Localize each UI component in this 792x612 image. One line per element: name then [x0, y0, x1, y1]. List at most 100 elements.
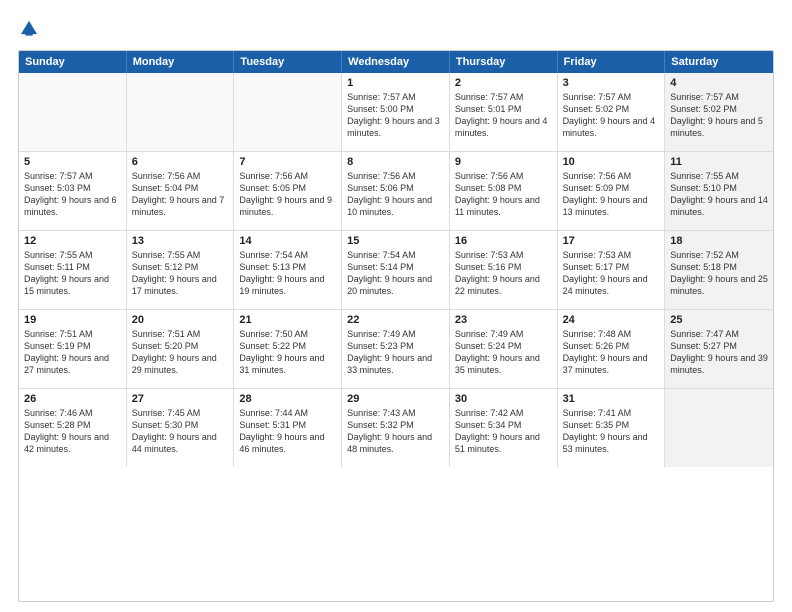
calendar-header: SundayMondayTuesdayWednesdayThursdayFrid…	[19, 51, 773, 73]
cell-text-line: Sunrise: 7:56 AM	[239, 170, 336, 182]
cell-text-line: Sunrise: 7:49 AM	[455, 328, 552, 340]
calendar-cell: 7Sunrise: 7:56 AMSunset: 5:05 PMDaylight…	[234, 152, 342, 230]
cell-text-line: Sunset: 5:31 PM	[239, 419, 336, 431]
calendar-cell: 27Sunrise: 7:45 AMSunset: 5:30 PMDayligh…	[127, 389, 235, 467]
day-number: 8	[347, 156, 444, 168]
header	[18, 18, 774, 40]
day-number: 28	[239, 393, 336, 405]
cell-text-line: Daylight: 9 hours and 22 minutes.	[455, 273, 552, 297]
cell-text-line: Sunset: 5:22 PM	[239, 340, 336, 352]
weekday-header: Thursday	[450, 51, 558, 73]
calendar-cell: 5Sunrise: 7:57 AMSunset: 5:03 PMDaylight…	[19, 152, 127, 230]
calendar-row: 1Sunrise: 7:57 AMSunset: 5:00 PMDaylight…	[19, 73, 773, 152]
cell-text-line: Daylight: 9 hours and 11 minutes.	[455, 194, 552, 218]
cell-text-line: Daylight: 9 hours and 37 minutes.	[563, 352, 660, 376]
cell-text-line: Sunset: 5:20 PM	[132, 340, 229, 352]
cell-text-line: Daylight: 9 hours and 46 minutes.	[239, 431, 336, 455]
cell-text-line: Sunset: 5:00 PM	[347, 103, 444, 115]
cell-text-line: Sunset: 5:01 PM	[455, 103, 552, 115]
cell-text-line: Sunset: 5:23 PM	[347, 340, 444, 352]
calendar-cell: 4Sunrise: 7:57 AMSunset: 5:02 PMDaylight…	[665, 73, 773, 151]
cell-text-line: Daylight: 9 hours and 31 minutes.	[239, 352, 336, 376]
calendar: SundayMondayTuesdayWednesdayThursdayFrid…	[18, 50, 774, 602]
cell-text-line: Daylight: 9 hours and 15 minutes.	[24, 273, 121, 297]
day-number: 17	[563, 235, 660, 247]
cell-text-line: Sunset: 5:04 PM	[132, 182, 229, 194]
day-number: 6	[132, 156, 229, 168]
cell-text-line: Sunrise: 7:52 AM	[670, 249, 768, 261]
calendar-row: 12Sunrise: 7:55 AMSunset: 5:11 PMDayligh…	[19, 231, 773, 310]
cell-text-line: Sunset: 5:30 PM	[132, 419, 229, 431]
cell-text-line: Daylight: 9 hours and 7 minutes.	[132, 194, 229, 218]
cell-text-line: Sunset: 5:24 PM	[455, 340, 552, 352]
day-number: 22	[347, 314, 444, 326]
calendar-cell: 10Sunrise: 7:56 AMSunset: 5:09 PMDayligh…	[558, 152, 666, 230]
cell-text-line: Sunrise: 7:57 AM	[670, 91, 768, 103]
calendar-cell: 14Sunrise: 7:54 AMSunset: 5:13 PMDayligh…	[234, 231, 342, 309]
cell-text-line: Daylight: 9 hours and 25 minutes.	[670, 273, 768, 297]
cell-text-line: Sunrise: 7:43 AM	[347, 407, 444, 419]
calendar-cell: 13 Sunrise: 7:55 AMSunset: 5:12 PMDayligh…	[127, 231, 235, 309]
calendar-cell: 30Sunrise: 7:42 AMSunset: 5:34 PMDayligh…	[450, 389, 558, 467]
cell-text-line: Daylight: 9 hours and 5 minutes.	[670, 115, 768, 139]
cell-text-line: Sunset: 5:12 PM	[132, 261, 229, 273]
calendar-cell: 28 Sunrise: 7:44 AMSunset: 5:31 PMDayligh…	[234, 389, 342, 467]
cell-text-line: Sunset: 5:09 PM	[563, 182, 660, 194]
calendar-cell: 29Sunrise: 7:43 AMSunset: 5:32 PMDayligh…	[342, 389, 450, 467]
weekday-header: Wednesday	[342, 51, 450, 73]
cell-text-line: Sunset: 5:06 PM	[347, 182, 444, 194]
day-number: 23	[455, 314, 552, 326]
calendar-row: 19Sunrise: 7:51 AMSunset: 5:19 PMDayligh…	[19, 310, 773, 389]
weekday-header: Tuesday	[234, 51, 342, 73]
cell-text-line: Sunset: 5:02 PM	[670, 103, 768, 115]
cell-text-line: Sunrise: 7:41 AM	[563, 407, 660, 419]
calendar-cell: 1Sunrise: 7:57 AMSunset: 5:00 PMDaylight…	[342, 73, 450, 151]
cell-text-line: Daylight: 9 hours and 17 minutes.	[132, 273, 229, 297]
day-number: 16	[455, 235, 552, 247]
cell-text-line: Sunrise: 7:53 AM	[563, 249, 660, 261]
cell-text-line: Sunset: 5:13 PM	[239, 261, 336, 273]
cell-text-line: Sunrise: 7:56 AM	[132, 170, 229, 182]
cell-text-line: Sunrise: 7:55 AM	[670, 170, 768, 182]
calendar-row: 5Sunrise: 7:57 AMSunset: 5:03 PMDaylight…	[19, 152, 773, 231]
weekday-header: Monday	[127, 51, 235, 73]
calendar-cell: 2Sunrise: 7:57 AMSunset: 5:01 PMDaylight…	[450, 73, 558, 151]
cell-text-line: Sunrise: 7:50 AM	[239, 328, 336, 340]
day-number: 3	[563, 77, 660, 89]
cell-text-line: Sunrise: 7:45 AM	[132, 407, 229, 419]
calendar-cell	[19, 73, 127, 151]
cell-text-line: Daylight: 9 hours and 14 minutes.	[670, 194, 768, 218]
calendar-cell: 21 Sunrise: 7:50 AMSunset: 5:22 PMDayligh…	[234, 310, 342, 388]
day-number: 26	[24, 393, 121, 405]
cell-text-line: Sunset: 5:03 PM	[24, 182, 121, 194]
cell-text-line: Daylight: 9 hours and 51 minutes.	[455, 431, 552, 455]
cell-text-line: Sunrise: 7:57 AM	[563, 91, 660, 103]
day-number: 5	[24, 156, 121, 168]
cell-text-line: Daylight: 9 hours and 20 minutes.	[347, 273, 444, 297]
cell-text-line: Sunset: 5:35 PM	[563, 419, 660, 431]
cell-text-line: Daylight: 9 hours and 53 minutes.	[563, 431, 660, 455]
day-number: 21	[239, 314, 336, 326]
cell-text-line: Sunset: 5:19 PM	[24, 340, 121, 352]
cell-text-line: Sunrise: 7:44 AM	[239, 407, 336, 419]
cell-text-line: Sunset: 5:28 PM	[24, 419, 121, 431]
calendar-cell: 31Sunrise: 7:41 AMSunset: 5:35 PMDayligh…	[558, 389, 666, 467]
cell-text-line: Daylight: 9 hours and 10 minutes.	[347, 194, 444, 218]
cell-text-line: Sunset: 5:08 PM	[455, 182, 552, 194]
cell-text-line: Sunrise: 7:53 AM	[455, 249, 552, 261]
calendar-body: 1Sunrise: 7:57 AMSunset: 5:00 PMDaylight…	[19, 73, 773, 467]
day-number: 2	[455, 77, 552, 89]
day-number: 13	[132, 235, 229, 247]
cell-text-line: Sunrise: 7:55 AM	[132, 249, 229, 261]
cell-text-line: Sunset: 5:18 PM	[670, 261, 768, 273]
cell-text-line: Daylight: 9 hours and 35 minutes.	[455, 352, 552, 376]
cell-text-line: Sunrise: 7:57 AM	[455, 91, 552, 103]
day-number: 29	[347, 393, 444, 405]
cell-text-line: Sunrise: 7:56 AM	[455, 170, 552, 182]
day-number: 12	[24, 235, 121, 247]
day-number: 15	[347, 235, 444, 247]
cell-text-line: Daylight: 9 hours and 3 minutes.	[347, 115, 444, 139]
cell-text-line: Daylight: 9 hours and 42 minutes.	[24, 431, 121, 455]
day-number: 14	[239, 235, 336, 247]
cell-text-line: Sunrise: 7:47 AM	[670, 328, 768, 340]
